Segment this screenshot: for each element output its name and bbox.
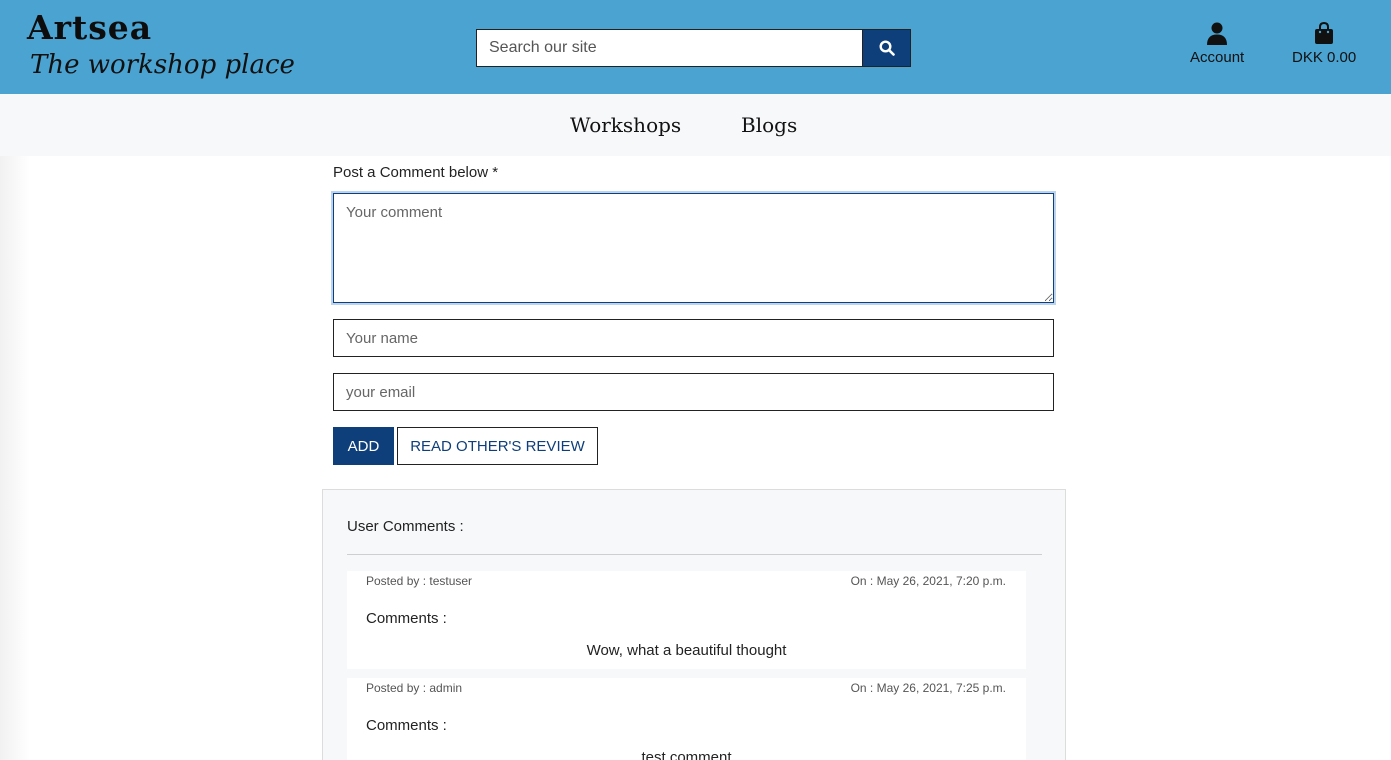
comment-textarea[interactable] [333,193,1054,303]
search-form [476,29,911,67]
comments-heading: User Comments : [347,518,464,535]
add-comment-button[interactable]: ADD [333,427,394,465]
comment-form-label: Post a Comment below * [333,164,499,181]
shopping-bag-link[interactable]: DKK 0.00 [1292,22,1356,66]
user-icon [1207,22,1228,45]
name-field[interactable] [333,319,1054,357]
shopping-bag-icon [1315,22,1334,44]
site-header: Artsea The workshop place Account DKK 0.… [0,0,1391,94]
page-edge-shadow [0,156,30,760]
user-comments-panel: User Comments : Posted by : testuser On … [322,489,1066,760]
comment-author: Posted by : admin [366,681,463,695]
comment-date: On : May 26, 2021, 7:20 p.m. [850,574,1006,588]
comment-text: test comment [641,749,732,760]
brand-tagline: The workshop place [30,50,295,80]
search-icon [878,40,895,56]
comment-author: Posted by : testuser [366,574,473,588]
comment-label: Comments : [366,610,447,627]
bag-total: DKK 0.00 [1292,49,1357,66]
comment-text: Wow, what a beautiful thought [586,642,787,659]
comment-card: Posted by : admin On : May 26, 2021, 7:2… [347,678,1026,760]
nav-item-workshops[interactable]: Workshops [570,113,681,137]
comments-divider [347,554,1042,555]
main-nav: Workshops Blogs [0,94,1391,156]
comment-date: On : May 26, 2021, 7:25 p.m. [850,681,1006,695]
account-label: Account [1190,49,1245,66]
search-button[interactable] [862,29,911,67]
comment-label: Comments : [366,717,447,734]
brand-logo[interactable]: Artsea [27,8,152,47]
search-input[interactable] [476,29,862,67]
email-field[interactable] [333,373,1054,411]
comment-card: Posted by : testuser On : May 26, 2021, … [347,571,1026,669]
account-link[interactable]: Account [1190,22,1244,66]
nav-item-blogs[interactable]: Blogs [741,113,797,137]
read-reviews-button[interactable]: READ OTHER'S REVIEW [397,427,598,465]
